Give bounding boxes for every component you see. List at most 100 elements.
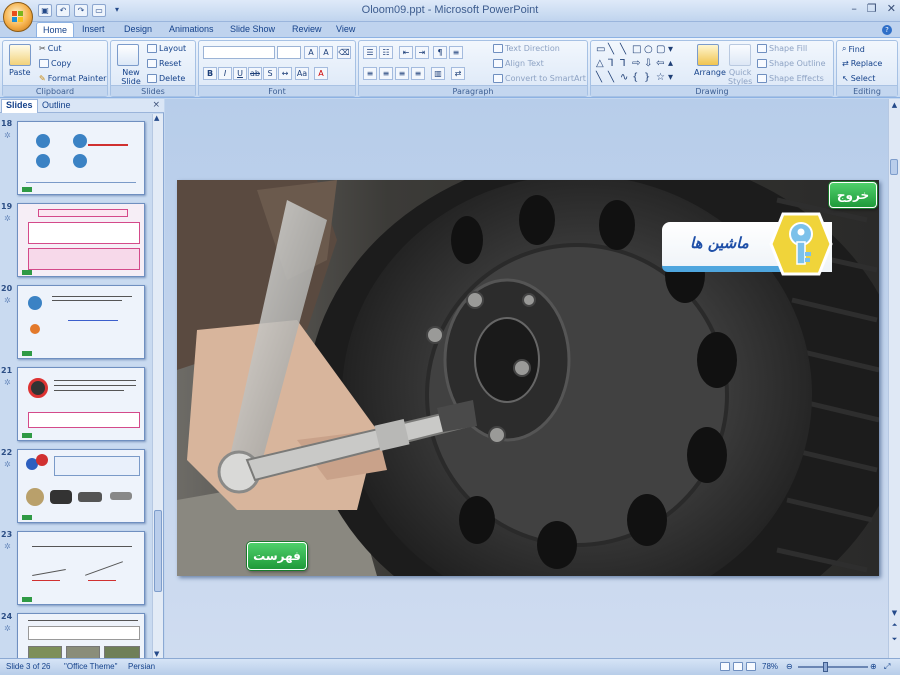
find-button[interactable]: ⌕ Find	[842, 44, 865, 54]
arrow-down-shape-icon[interactable]: ⇩	[644, 58, 655, 71]
arrange-icon[interactable]	[697, 44, 719, 66]
underline-icon[interactable]: U	[233, 67, 247, 80]
scroll-up-icon[interactable]: ▴	[668, 58, 679, 71]
justify-icon[interactable]: ≡	[411, 67, 425, 80]
reset-button[interactable]: Reset	[147, 59, 181, 68]
tab-animations[interactable]: Animations	[163, 23, 220, 35]
textbox-shape-icon[interactable]: ▭	[596, 44, 607, 57]
slide-thumbnail[interactable]	[17, 203, 145, 277]
arrow-right-shape-icon[interactable]: ⇨	[632, 58, 643, 71]
zoom-slider[interactable]	[798, 666, 868, 668]
exit-button[interactable]: خروج	[829, 182, 877, 208]
font-size-field[interactable]	[277, 46, 301, 59]
slide-thumbnail[interactable]	[17, 449, 145, 523]
shape-fill-button[interactable]: Shape Fill	[757, 44, 807, 53]
elbow-shape-icon[interactable]: Ꞁ	[620, 58, 631, 71]
rtl-icon[interactable]: ¶	[433, 46, 447, 59]
tab-view[interactable]: View	[330, 23, 361, 35]
shapes-gallery[interactable]: ▭ ╲ ╲ □ ○ ▢ ▾ △ ⅂ Ꞁ ⇨ ⇩ ⇦ ▴ ╲ ╲ ∿{} ☆ ▾	[596, 44, 681, 84]
paste-icon[interactable]	[9, 44, 31, 66]
shadow-icon[interactable]: S	[263, 67, 277, 80]
slide-thumbnail[interactable]	[17, 613, 145, 658]
rounded-rect-shape-icon[interactable]: ▢	[656, 44, 667, 57]
editor-scrollbar[interactable]: ▲ ▼ ⏶ ⏷	[888, 99, 900, 658]
star-shape-icon[interactable]: ☆	[656, 72, 667, 85]
zoom-slider-knob[interactable]	[823, 662, 828, 672]
align-center-icon[interactable]: ≡	[379, 67, 393, 80]
line2-shape-icon[interactable]: ╲	[620, 44, 631, 57]
increase-indent-icon[interactable]: ⇥	[415, 46, 429, 59]
scroll-down-icon[interactable]: ▼	[154, 650, 159, 658]
language-indicator[interactable]: Persian	[128, 662, 155, 671]
scrollbar-thumb[interactable]	[154, 510, 162, 592]
paragraph-extra-icon[interactable]: ⇄	[451, 67, 465, 80]
new-slide-button[interactable]: New Slide	[119, 68, 143, 86]
columns-icon[interactable]: ▥	[431, 67, 445, 80]
slide-show-icon[interactable]	[746, 662, 756, 671]
arrange-button[interactable]: Arrange	[694, 68, 726, 77]
previous-slide-icon[interactable]: ⏶	[890, 621, 899, 630]
pane-close-icon[interactable]: ×	[152, 100, 160, 110]
help-icon[interactable]: ?	[882, 25, 892, 35]
format-painter-button[interactable]: ✎ Format Painter	[39, 74, 106, 83]
shape-outline-button[interactable]: Shape Outline	[757, 59, 826, 68]
arrow-left-shape-icon[interactable]: ⇦	[656, 58, 667, 71]
slide-thumbnail[interactable]	[17, 285, 145, 359]
clear-format-icon[interactable]: ⌫	[337, 46, 351, 59]
scroll-down-icon[interactable]: ▼	[890, 609, 899, 618]
triangle-shape-icon[interactable]: △	[596, 58, 607, 71]
wave-shape-icon[interactable]: ∿	[620, 72, 631, 85]
italic-icon[interactable]: I	[218, 67, 232, 80]
maximize-icon[interactable]: ❐	[867, 2, 877, 15]
slide-sorter-icon[interactable]	[733, 662, 743, 671]
rect-shape-icon[interactable]: □	[632, 44, 643, 57]
shrink-font-icon[interactable]: A	[319, 46, 333, 59]
brace-right-shape-icon[interactable]: }	[644, 72, 655, 85]
copy-button[interactable]: Copy	[39, 59, 71, 68]
brace-left-shape-icon[interactable]: {	[632, 72, 643, 85]
decrease-indent-icon[interactable]: ⇤	[399, 46, 413, 59]
convert-smartart-button[interactable]: Convert to SmartArt	[493, 74, 586, 83]
bullets-icon[interactable]: ☰	[363, 46, 377, 59]
line-shape-icon[interactable]: ╲	[608, 44, 619, 57]
close-icon[interactable]: ✕	[887, 2, 896, 15]
new-slide-icon[interactable]	[117, 44, 139, 66]
slides-pane-scrollbar[interactable]: ▲ ▼	[152, 114, 163, 658]
text-direction-button[interactable]: Text Direction	[493, 44, 560, 53]
numbering-icon[interactable]: ☷	[379, 46, 393, 59]
more-shapes-icon[interactable]: ▾	[668, 44, 679, 57]
quick-styles-button[interactable]: Quick Styles	[728, 68, 752, 86]
tab-insert[interactable]: Insert	[76, 23, 111, 35]
zoom-level[interactable]: 78%	[762, 662, 778, 671]
next-slide-icon[interactable]: ⏷	[890, 635, 899, 644]
tab-slides-pane[interactable]: Slides	[1, 99, 38, 113]
layout-button[interactable]: Layout	[147, 44, 186, 53]
line-spacing-icon[interactable]: ≡	[449, 46, 463, 59]
scroll-down-icon[interactable]: ▾	[668, 72, 679, 85]
tab-home[interactable]: Home	[36, 22, 75, 38]
editor-scroll-thumb[interactable]	[890, 159, 898, 175]
delete-button[interactable]: Delete	[147, 74, 185, 83]
tab-design[interactable]: Design	[118, 23, 158, 35]
select-button[interactable]: ↖ Select	[842, 74, 875, 83]
paste-button[interactable]: Paste	[9, 68, 31, 77]
align-right-icon[interactable]: ≡	[395, 67, 409, 80]
zoom-in-icon[interactable]: ⊕	[870, 662, 877, 671]
font-color-icon[interactable]: A	[314, 67, 328, 80]
office-button[interactable]	[3, 2, 33, 32]
grow-font-icon[interactable]: A	[304, 46, 318, 59]
slide-thumbnail[interactable]	[17, 121, 145, 195]
oval-shape-icon[interactable]: ○	[644, 44, 655, 57]
curve-shape-icon[interactable]: ╲	[608, 72, 619, 85]
slide-thumbnail[interactable]	[17, 367, 145, 441]
normal-view-icon[interactable]	[720, 662, 730, 671]
minimize-icon[interactable]: –	[851, 2, 857, 15]
slide-thumbnail[interactable]	[17, 531, 145, 605]
replace-button[interactable]: ⇄ Replace	[842, 59, 882, 68]
scroll-up-icon[interactable]: ▲	[154, 114, 159, 122]
cut-button[interactable]: ✂ Cut	[39, 44, 62, 53]
shape-effects-button[interactable]: Shape Effects	[757, 74, 824, 83]
current-slide[interactable]: خروج ماشین ها فهرست	[177, 180, 879, 576]
connector-shape-icon[interactable]: ⅂	[608, 58, 619, 71]
char-spacing-icon[interactable]: ↔	[278, 67, 292, 80]
